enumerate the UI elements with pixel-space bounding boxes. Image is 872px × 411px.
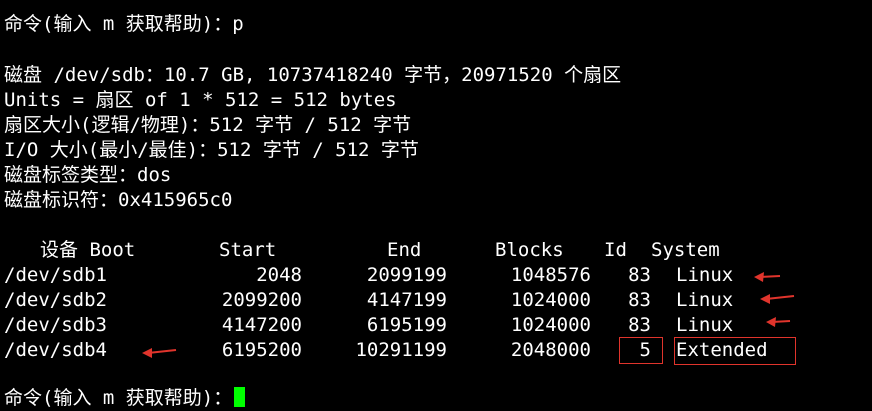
partition-system: Linux	[676, 264, 734, 286]
red-arrow-icon	[754, 272, 781, 282]
partition-end: 4147199	[366, 289, 447, 311]
partition-end: 2099199	[366, 264, 447, 286]
partition-system: Linux	[676, 289, 734, 311]
red-arrow-icon	[760, 294, 795, 304]
partition-end: 6195199	[366, 314, 447, 336]
prompt-line-1: 命令(输入 m 获取帮助)：p	[4, 13, 244, 35]
disk-summary-line: 磁盘 /dev/sdb：10.7 GB, 10737418240 字节，2097…	[4, 64, 622, 86]
header-end: End	[387, 239, 422, 261]
disk-label-type-line: 磁盘标签类型：dos	[4, 164, 172, 186]
partition-device: /dev/sdb3	[4, 314, 107, 336]
disk-identifier-line: 磁盘标识符：0x415965c0	[4, 189, 233, 211]
prompt-text: 命令(输入 m 获取帮助)：	[4, 387, 233, 409]
system-highlight-box	[674, 337, 796, 365]
terminal-window[interactable]: 命令(输入 m 获取帮助)：p 磁盘 /dev/sdb：10.7 GB, 107…	[0, 0, 872, 409]
units-line: Units = 扇区 of 1 * 512 = 512 bytes	[4, 89, 397, 111]
partition-system: Linux	[676, 314, 734, 336]
partition-id: 83	[628, 264, 651, 286]
partition-blocks: 1024000	[510, 314, 591, 336]
header-blocks: Blocks	[495, 239, 564, 261]
partition-end: 10291199	[355, 339, 447, 361]
sector-size-line: 扇区大小(逻辑/物理)：512 字节 / 512 字节	[4, 114, 412, 136]
partition-blocks: 2048000	[510, 339, 591, 361]
header-device-boot: 设备 Boot	[40, 239, 136, 261]
partition-id: 83	[628, 314, 651, 336]
red-arrow-icon	[142, 348, 177, 358]
red-arrow-icon	[766, 317, 791, 327]
header-start: Start	[219, 239, 277, 261]
prompt-line-2[interactable]: 命令(输入 m 获取帮助)：	[4, 386, 246, 411]
id-highlight-box	[619, 337, 663, 364]
header-id: Id	[604, 239, 627, 261]
partition-start: 2048	[256, 264, 302, 286]
block-cursor[interactable]	[234, 387, 246, 407]
partition-start: 6195200	[221, 339, 302, 361]
io-size-line: I/O 大小(最小/最佳)：512 字节 / 512 字节	[4, 139, 419, 161]
partition-start: 2099200	[221, 289, 302, 311]
partition-device: /dev/sdb1	[4, 264, 107, 286]
partition-id: 83	[628, 289, 651, 311]
partition-blocks: 1048576	[510, 264, 591, 286]
partition-start: 4147200	[221, 314, 302, 336]
partition-device: /dev/sdb2	[4, 289, 107, 311]
header-system: System	[651, 239, 720, 261]
partition-blocks: 1024000	[510, 289, 591, 311]
partition-device: /dev/sdb4	[4, 339, 107, 361]
